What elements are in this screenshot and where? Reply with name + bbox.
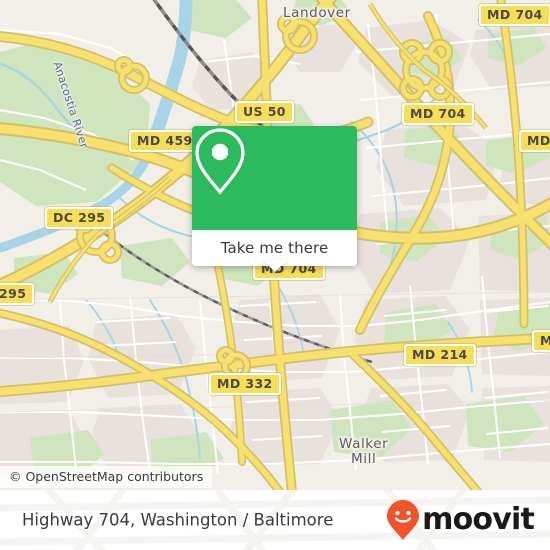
osm-attribution[interactable]: © OpenStreetMap contributors — [0, 466, 213, 488]
footer-bar: Highway 704, Washington / Baltimore moov… — [0, 490, 550, 550]
map-pin-icon — [195, 128, 245, 195]
card-pin-area — [192, 126, 357, 230]
page-title: Highway 704, Washington / Baltimore — [22, 510, 334, 530]
shield-md-704-right[interactable]: MD 704 — [402, 103, 474, 125]
shield-md-459[interactable]: MD 459 — [129, 130, 201, 152]
card-pointer-triangle — [263, 260, 287, 272]
shield-md-right-edge[interactable]: MD — [532, 330, 550, 352]
shield-md-704-top-right[interactable]: MD 704 — [479, 4, 550, 26]
shield-md-332[interactable]: MD 332 — [209, 373, 281, 395]
shield-md-202-right-edge[interactable]: MD 20 — [519, 130, 550, 152]
map-canvas[interactable]: Landover Walker Mill Anacostia River MD 7… — [0, 0, 550, 490]
take-me-there-card[interactable]: Take me there — [192, 126, 357, 266]
moovit-wordmark: moovit — [422, 502, 535, 537]
moovit-smiley-pin-icon — [387, 500, 420, 540]
shield-i-295-left-edge[interactable]: 295 — [0, 283, 35, 305]
shield-dc-295[interactable]: DC 295 — [45, 207, 114, 229]
moovit-logo[interactable]: moovit — [386, 499, 535, 541]
take-me-there-label: Take me there — [220, 239, 329, 257]
shield-md-214[interactable]: MD 214 — [404, 344, 476, 366]
map-screenshot: Landover Walker Mill Anacostia River MD 7… — [0, 0, 550, 550]
shield-us-50[interactable]: US 50 — [235, 101, 294, 123]
